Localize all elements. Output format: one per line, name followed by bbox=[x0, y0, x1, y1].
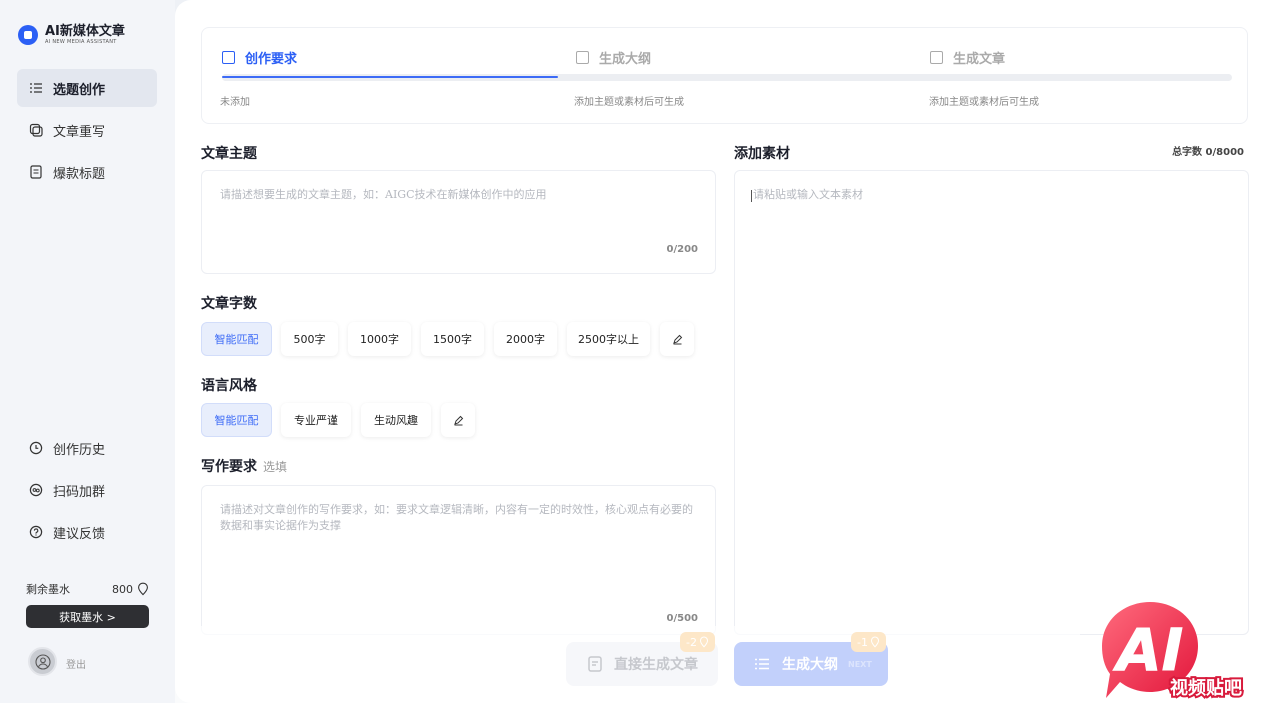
step-label: 生成大纲 bbox=[599, 52, 652, 67]
app-subtitle: AI NEW MEDIA ASSISTANT bbox=[45, 39, 117, 45]
watermark-small-text: 视频贴吧 bbox=[1170, 677, 1242, 699]
list-icon bbox=[755, 658, 769, 670]
style-title: 语言风格 bbox=[201, 378, 257, 394]
sidebar-item-feedback[interactable]: 建议反馈 bbox=[17, 513, 157, 551]
app-logo[interactable]: AI新媒体文章 AI NEW MEDIA ASSISTANT bbox=[18, 24, 125, 46]
app-title: AI新媒体文章 bbox=[45, 24, 125, 39]
word-count-option-1500[interactable]: 1500字 bbox=[421, 322, 484, 356]
sidebar-item-label: 扫码加群 bbox=[53, 484, 106, 500]
topic-input[interactable]: 请描述想要生成的文章主题，如：AIGC技术在新媒体创作中的应用 0/200 bbox=[201, 170, 716, 274]
word-count-option-1000[interactable]: 1000字 bbox=[348, 322, 411, 356]
step-icon bbox=[930, 51, 943, 64]
step-label: 生成文章 bbox=[953, 52, 1006, 67]
ink-balance: 剩余墨水 800 bbox=[26, 581, 149, 597]
sidebar-item-label: 创作历史 bbox=[53, 442, 106, 458]
direct-cost: -2 bbox=[686, 635, 697, 649]
outline-cost-badge: -1 bbox=[851, 632, 886, 652]
word-count-title: 文章字数 bbox=[201, 296, 257, 312]
step-icon bbox=[576, 51, 589, 64]
requirements-title-text: 写作要求 bbox=[201, 459, 257, 475]
ink-drop-icon bbox=[870, 636, 879, 648]
style-custom-button[interactable] bbox=[441, 403, 475, 437]
sidebar-item-label: 爆款标题 bbox=[53, 166, 106, 182]
step-status: 添加主题或素材后可生成 bbox=[929, 97, 1039, 108]
word-count-custom-button[interactable] bbox=[660, 322, 694, 356]
edit-icon bbox=[453, 415, 463, 425]
sidebar-item-history[interactable]: 创作历史 bbox=[17, 429, 157, 467]
sidebar-item-label: 文章重写 bbox=[53, 124, 106, 140]
material-placeholder: 请粘贴或输入文本素材 bbox=[753, 188, 863, 201]
style-option-smart[interactable]: 智能匹配 bbox=[201, 403, 272, 437]
text-cursor bbox=[751, 190, 752, 202]
sidebar-item-label: 选题创作 bbox=[53, 82, 106, 98]
topic-counter: 0/200 bbox=[666, 244, 698, 255]
watermark-big-text: AI bbox=[1113, 616, 1183, 684]
sidebar-item-topic-creation[interactable]: 选题创作 bbox=[17, 69, 157, 107]
step-progress: 创作要求 生成大纲 生成文章 未添加 添加主题或素材后可生成 添加主题或素材后可… bbox=[201, 27, 1248, 124]
generate-outline-label: 生成大纲 bbox=[782, 657, 838, 673]
requirements-title: 写作要求 选填 bbox=[201, 456, 287, 476]
word-count-option-2500plus[interactable]: 2500字以上 bbox=[567, 322, 650, 356]
progress-track bbox=[222, 74, 1232, 81]
optional-tag: 选填 bbox=[263, 460, 288, 474]
avatar[interactable] bbox=[28, 647, 57, 676]
material-input[interactable]: 请粘贴或输入文本素材 bbox=[734, 170, 1249, 635]
document-icon bbox=[29, 165, 43, 179]
direct-generate-label: 直接生成文章 bbox=[614, 657, 698, 673]
requirements-input[interactable]: 请描述对文章创作的写作要求，如：要求文章逻辑清晰，内容有一定的时效性，核心观点有… bbox=[201, 485, 716, 635]
ink-drop-icon bbox=[699, 636, 708, 648]
ink-label: 剩余墨水 bbox=[26, 583, 70, 596]
progress-fill bbox=[222, 76, 558, 78]
ink-value: 800 bbox=[112, 582, 133, 596]
topic-title: 文章主题 bbox=[201, 146, 257, 162]
sidebar-item-viral-title[interactable]: 爆款标题 bbox=[17, 153, 157, 191]
outline-cost: -1 bbox=[857, 635, 868, 649]
step-status: 未添加 bbox=[220, 97, 250, 108]
step-requirements[interactable]: 创作要求 bbox=[222, 48, 297, 67]
style-option-professional[interactable]: 专业严谨 bbox=[281, 403, 351, 437]
word-count-option-500[interactable]: 500字 bbox=[281, 322, 338, 356]
step-outline[interactable]: 生成大纲 bbox=[576, 48, 651, 67]
word-count-option-2000[interactable]: 2000字 bbox=[494, 322, 557, 356]
step-status: 添加主题或素材后可生成 bbox=[574, 97, 684, 108]
main-panel: 创作要求 生成大纲 生成文章 未添加 添加主题或素材后可生成 添加主题或素材后可… bbox=[175, 0, 1280, 703]
sidebar-item-label: 建议反馈 bbox=[53, 526, 106, 542]
topic-placeholder: 请描述想要生成的文章主题，如：AIGC技术在新媒体创作中的应用 bbox=[220, 188, 547, 201]
logo-icon bbox=[18, 25, 38, 45]
logout-link[interactable]: 登出 bbox=[66, 656, 86, 671]
help-icon bbox=[29, 525, 43, 539]
material-total-count: 总字数 0/8000 bbox=[1172, 147, 1244, 158]
step-label: 创作要求 bbox=[245, 52, 298, 67]
style-option-lively[interactable]: 生动风趣 bbox=[361, 403, 431, 437]
sidebar: AI新媒体文章 AI NEW MEDIA ASSISTANT 选题创作 文章重写… bbox=[0, 0, 175, 703]
clock-icon bbox=[29, 441, 43, 455]
step-icon bbox=[222, 51, 235, 64]
material-title: 添加素材 bbox=[734, 146, 790, 162]
requirements-counter: 0/500 bbox=[666, 613, 698, 624]
get-ink-button[interactable]: 获取墨水 > bbox=[26, 605, 149, 628]
document-icon bbox=[588, 656, 602, 672]
user-icon bbox=[34, 653, 51, 670]
next-hint: NEXT bbox=[848, 659, 872, 669]
requirements-placeholder: 请描述对文章创作的写作要求，如：要求文章逻辑清晰，内容有一定的时效性，核心观点有… bbox=[220, 503, 693, 532]
watermark-logo: AI 视频贴吧 bbox=[1102, 602, 1244, 701]
list-icon bbox=[29, 81, 43, 95]
sidebar-item-join-group[interactable]: 扫码加群 bbox=[17, 471, 157, 509]
step-article[interactable]: 生成文章 bbox=[930, 48, 1005, 67]
sidebar-item-article-rewrite[interactable]: 文章重写 bbox=[17, 111, 157, 149]
group-icon bbox=[29, 483, 43, 497]
ink-drop-icon bbox=[138, 582, 148, 596]
rewrite-icon bbox=[29, 123, 43, 137]
word-count-option-smart[interactable]: 智能匹配 bbox=[201, 322, 272, 356]
direct-cost-badge: -2 bbox=[680, 632, 715, 652]
edit-icon bbox=[672, 334, 682, 344]
